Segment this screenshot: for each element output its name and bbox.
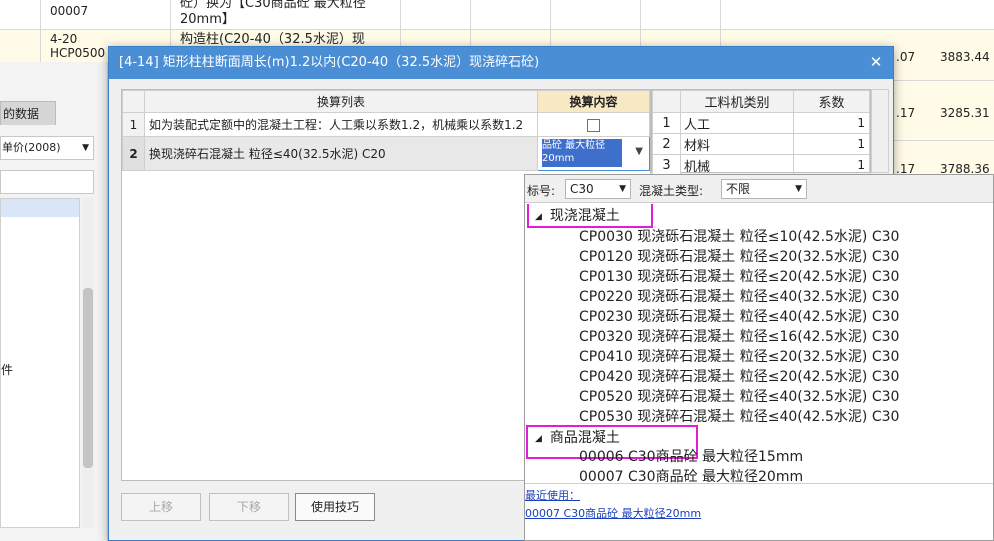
table-row[interactable]: 2 材料 1 [652,133,870,155]
grade-select-value: C30 [570,182,594,196]
chevron-down-icon: ▼ [619,184,626,194]
header-rownum [122,90,145,113]
list-item[interactable]: CP0030 现浇砾石混凝土 粒径≤10(42.5水泥) C30 [579,226,899,246]
resource-scrollbar[interactable] [871,89,889,173]
list-item[interactable]: 00007 C30商品砼 最大粒径20mm [579,466,803,484]
bg-tree-label[interactable]: 件 [1,361,13,378]
row-checkbox-cell[interactable] [537,112,650,137]
row-number: 1 [652,112,681,134]
list-item[interactable]: CP0530 现浇碎石混凝土 粒径≤40(42.5水泥) C30 [579,406,899,426]
dialog-title: [4-14] 矩形柱柱断面周长(m)1.2以内(C20-40（32.5水泥）现浇… [119,55,540,70]
concrete-select-popup: 标号: C30 ▼ 混凝土类型: 不限 ▼ ◢ 现浇混凝土 CP0030 现浇砾石… [524,174,994,541]
grade-label: 标号: [527,184,556,198]
row-type: 材料 [680,133,794,155]
list-item[interactable]: CP0320 现浇碎石混凝土 粒径≤16(42.5水泥) C30 [579,326,899,346]
concrete-type-select[interactable]: 不限 ▼ [721,179,807,199]
list-item[interactable]: CP0220 现浇砾石混凝土 粒径≤40(32.5水泥) C30 [579,286,899,306]
row-checkbox[interactable] [587,118,600,132]
tips-button[interactable]: 使用技巧 [295,493,375,521]
move-up-button[interactable]: 上移 [121,493,201,521]
list-item[interactable]: CP0230 现浇砾石混凝土 粒径≤40(42.5水泥) C30 [579,306,899,326]
header-coefficient: 系数 [793,90,870,113]
recent-label: 最近使用： [525,489,580,502]
bg-num: 3883.44 [940,50,990,64]
row-coef[interactable]: 1 [793,133,870,155]
list-item[interactable]: CP0410 现浇碎石混凝土 粒径≤20(32.5水泥) C30 [579,346,899,366]
bg-row-1: 00007 砼）换为【C30商品砼 最大粒径20mm】 [0,0,994,30]
popup-filter-bar: 标号: C30 ▼ 混凝土类型: 不限 ▼ [525,175,993,203]
table-row-selected[interactable]: 2 换现浇碎石混凝土 粒径≤40(32.5水泥) C20 品砼 最大粒径20mm… [122,136,650,171]
chevron-down-icon: ▼ [82,143,89,153]
row-type: 机械 [680,154,794,176]
bg-scroll-thumb[interactable] [83,288,93,468]
dialog-title-bar[interactable]: [4-14] 矩形柱柱断面周长(m)1.2以内(C20-40（32.5水泥）现浇… [109,47,893,79]
list-item[interactable]: CP0520 现浇碎石混凝土 粒径≤40(32.5水泥) C30 [579,386,899,406]
bg-right-values: .07 3883.44 .17 3285.31 .17 3788.36 [880,40,994,190]
bg-price-select-value: 单价(2008) [2,141,61,154]
close-icon[interactable]: ✕ [865,51,887,73]
row-number: 2 [652,133,681,155]
bg-tree-list[interactable]: 件 [0,198,80,528]
bg-num: .17 [896,106,916,120]
move-down-button[interactable]: 下移 [209,493,289,521]
table-row[interactable]: 1 如为装配式定额中的混凝土工程：人工乘以系数1.2，机械乘以系数1.2 [122,112,650,137]
chevron-down-icon: ▼ [795,184,802,194]
bg-tree-selected[interactable] [1,199,79,217]
bg-price-select[interactable]: 单价(2008) ▼ [0,136,94,160]
bg-search-input[interactable] [0,170,94,194]
row-number: 1 [122,112,145,137]
header-rownum [652,90,681,113]
row-number: 3 [652,154,681,176]
bg-code-2: 4-20 HCP0500 [50,32,106,60]
grade-select[interactable]: C30 ▼ [565,179,631,199]
concrete-type-select-value: 不限 [726,182,751,196]
bg-num: .07 [896,50,916,64]
list-item[interactable]: CP0130 现浇砾石混凝土 粒径≤20(42.5水泥) C30 [579,266,899,286]
recent-item-link[interactable]: 00007 C30商品砼 最大粒径20mm [525,505,701,521]
row-coef[interactable]: 1 [793,154,870,176]
list-item[interactable]: CP0120 现浇砾石混凝土 粒径≤20(32.5水泥) C30 [579,246,899,266]
concrete-type-label: 混凝土类型: [639,184,704,198]
bg-desc-1: 砼）换为【C30商品砼 最大粒径20mm】 [180,0,366,27]
concrete-dropdown-value[interactable]: 品砼 最大粒径20mm [542,139,622,167]
row-number: 2 [122,136,145,171]
row-type: 人工 [680,112,794,134]
concrete-tree: ◢ 现浇混凝土 CP0030 现浇砾石混凝土 粒径≤10(42.5水泥) C30 … [525,204,993,484]
popup-divider [525,483,993,484]
row-text: 换现浇碎石混凝土 粒径≤40(32.5水泥) C20 [144,136,538,171]
highlight-box [527,204,653,228]
table-row[interactable]: 3 机械 1 [652,154,870,176]
header-conversion-list: 换算列表 [144,90,538,113]
bg-tab[interactable]: 的数据 [0,101,56,125]
header-resource-type: 工料机类别 [680,90,794,113]
table-row[interactable]: 1 人工 1 [652,112,870,134]
bg-scrollbar[interactable] [82,198,94,528]
list-item[interactable]: CP0420 现浇碎石混凝土 粒径≤20(42.5水泥) C30 [579,366,899,386]
header-conversion-content: 换算内容 [537,90,650,113]
row-coef[interactable]: 1 [793,112,870,134]
resource-coef-panel: 工料机类别 系数 1 人工 1 2 材料 1 3 机械 1 [651,89,871,176]
row-text: 如为装配式定额中的混凝土工程：人工乘以系数1.2，机械乘以系数1.2 [144,112,538,137]
bg-num: 3285.31 [940,106,990,120]
concrete-dropdown[interactable]: 品砼 最大粒径20mm ▼ [537,136,650,171]
chevron-down-icon[interactable]: ▼ [635,146,643,157]
bg-code-1: 00007 [50,4,89,18]
list-item[interactable]: 00006 C30商品砼 最大粒径15mm [579,446,803,466]
